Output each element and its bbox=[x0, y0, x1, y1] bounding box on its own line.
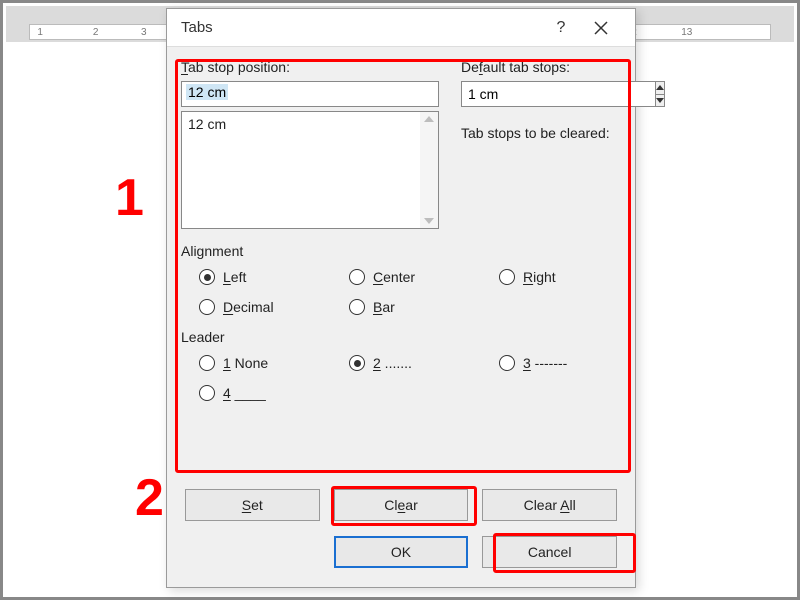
chevron-up-icon bbox=[656, 85, 664, 90]
tabs-dialog: Tabs ? Tab stop position: 12 cm 12 cm bbox=[166, 8, 636, 588]
screenshot-frame: 1 2 3 4 11 12 13 1 2 3 Tabs ? Tab stop p… bbox=[0, 0, 800, 600]
cancel-button[interactable]: Cancel bbox=[482, 536, 617, 568]
leader-title: Leader bbox=[181, 329, 621, 345]
spinner-up-button[interactable] bbox=[656, 82, 664, 95]
help-button[interactable]: ? bbox=[541, 9, 581, 47]
default-tab-stops-spinner[interactable] bbox=[461, 81, 609, 107]
ruler-tick: 2 bbox=[93, 25, 99, 39]
alignment-left-radio[interactable]: Left bbox=[199, 269, 349, 285]
alignment-title: Alignment bbox=[181, 243, 621, 259]
alignment-right-radio[interactable]: Right bbox=[499, 269, 619, 285]
close-button[interactable] bbox=[581, 9, 621, 47]
annotation-2: 2 bbox=[135, 468, 164, 528]
dialog-title: Tabs bbox=[181, 19, 213, 36]
close-icon bbox=[594, 21, 608, 35]
chevron-down-icon bbox=[656, 98, 664, 103]
leader-group: 1 None 2 ....... 3 ------- 4 ____ bbox=[181, 355, 621, 401]
leader-4-underline-radio[interactable]: 4 ____ bbox=[199, 385, 349, 401]
tab-stop-position-input[interactable]: 12 cm bbox=[181, 81, 439, 107]
alignment-center-radio[interactable]: Center bbox=[349, 269, 499, 285]
ruler-tick: 13 bbox=[681, 25, 692, 39]
tab-stop-list[interactable]: 12 cm bbox=[181, 111, 439, 229]
default-tab-stops-label: Default tab stops: bbox=[461, 59, 621, 75]
tab-stop-position-value: 12 cm bbox=[186, 84, 228, 100]
scroll-up-icon[interactable] bbox=[424, 116, 434, 122]
scroll-down-icon[interactable] bbox=[424, 218, 434, 224]
list-scrollbar[interactable] bbox=[420, 112, 438, 228]
tab-stop-position-label: Tab stop position: bbox=[181, 59, 441, 75]
ruler-tick: 1 bbox=[37, 25, 43, 39]
alignment-bar-radio[interactable]: Bar bbox=[349, 299, 499, 315]
titlebar: Tabs ? bbox=[167, 9, 635, 47]
leader-3-dashes-radio[interactable]: 3 ------- bbox=[499, 355, 619, 371]
leader-2-dots-radio[interactable]: 2 ....... bbox=[349, 355, 499, 371]
clear-all-button[interactable]: Clear All bbox=[482, 489, 617, 521]
to-be-cleared-label: Tab stops to be cleared: bbox=[461, 125, 621, 141]
leader-1-none-radio[interactable]: 1 None bbox=[199, 355, 349, 371]
alignment-group: Left Center Right Decimal Bar bbox=[181, 269, 621, 315]
annotation-1: 1 bbox=[115, 168, 144, 228]
clear-button[interactable]: Clear bbox=[334, 489, 469, 521]
default-tab-stops-input[interactable] bbox=[461, 81, 655, 107]
ok-button[interactable]: OK bbox=[334, 536, 469, 568]
spinner-down-button[interactable] bbox=[656, 95, 664, 107]
ruler-tick: 3 bbox=[141, 25, 147, 39]
alignment-decimal-radio[interactable]: Decimal bbox=[199, 299, 349, 315]
list-item[interactable]: 12 cm bbox=[188, 116, 414, 132]
set-button[interactable]: Set bbox=[185, 489, 320, 521]
